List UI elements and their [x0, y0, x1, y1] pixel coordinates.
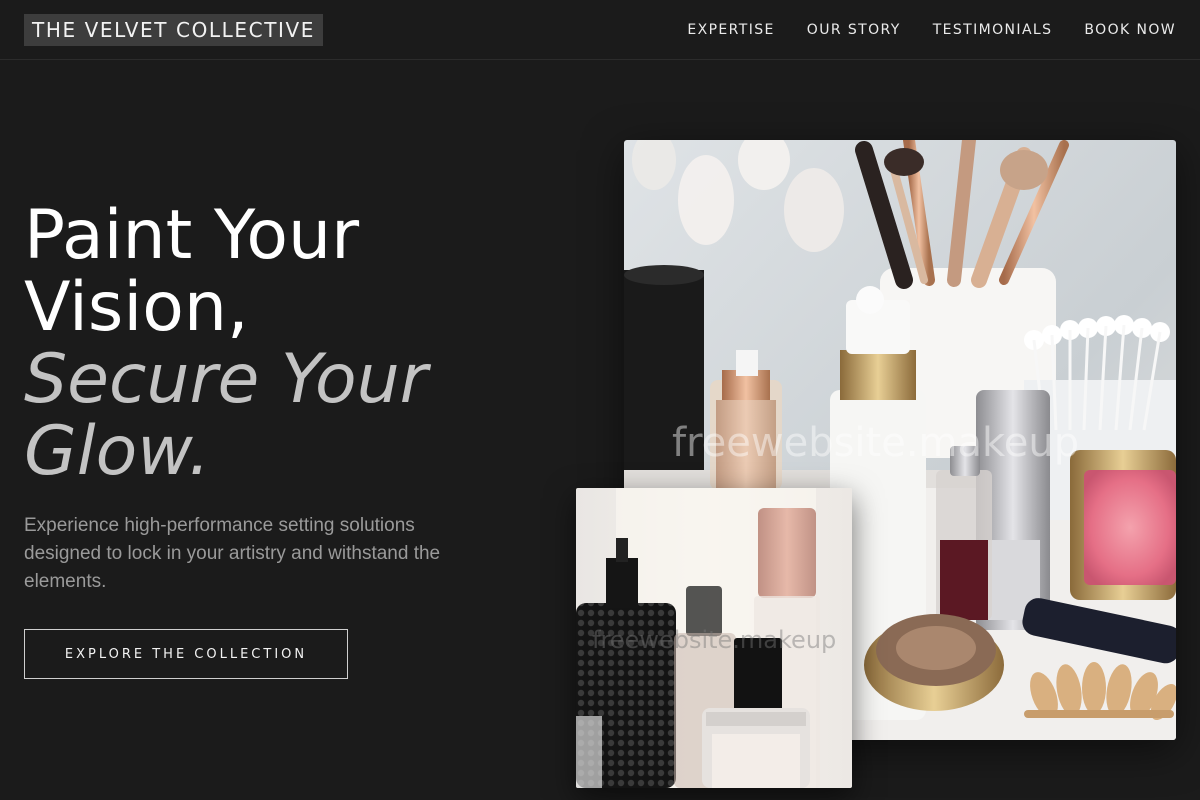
- brand-logo[interactable]: THE VELVET COLLECTIVE: [24, 14, 324, 46]
- perfume-bottles-illustration: [576, 488, 852, 788]
- site-header: THE VELVET COLLECTIVE EXPERTISE OUR STOR…: [0, 0, 1200, 60]
- headline-accent-1: Secure Your: [24, 340, 428, 419]
- hero-subtext: Experience high-performance setting solu…: [24, 515, 441, 592]
- landing-page: THE VELVET COLLECTIVE EXPERTISE OUR STOR…: [0, 0, 1200, 800]
- headline-line-2: Vision,: [24, 268, 249, 347]
- headline-accent-2: Glow.: [24, 412, 211, 491]
- nav-book-now[interactable]: BOOK NOW: [1084, 20, 1176, 40]
- nav-our-story[interactable]: OUR STORY: [807, 20, 901, 40]
- nav-expertise[interactable]: EXPERTISE: [687, 20, 774, 40]
- main-nav: EXPERTISE OUR STORY TESTIMONIALS BOOK NO…: [687, 20, 1176, 40]
- explore-collection-button[interactable]: EXPLORE THE COLLECTION: [24, 629, 348, 679]
- hero-headline: Paint Your Vision, Secure Your Glow.: [24, 200, 544, 488]
- nav-testimonials[interactable]: TESTIMONIALS: [933, 20, 1053, 40]
- headline-line-1: Paint Your: [24, 196, 360, 275]
- hero-secondary-image: freewebsite.makeup: [576, 488, 852, 788]
